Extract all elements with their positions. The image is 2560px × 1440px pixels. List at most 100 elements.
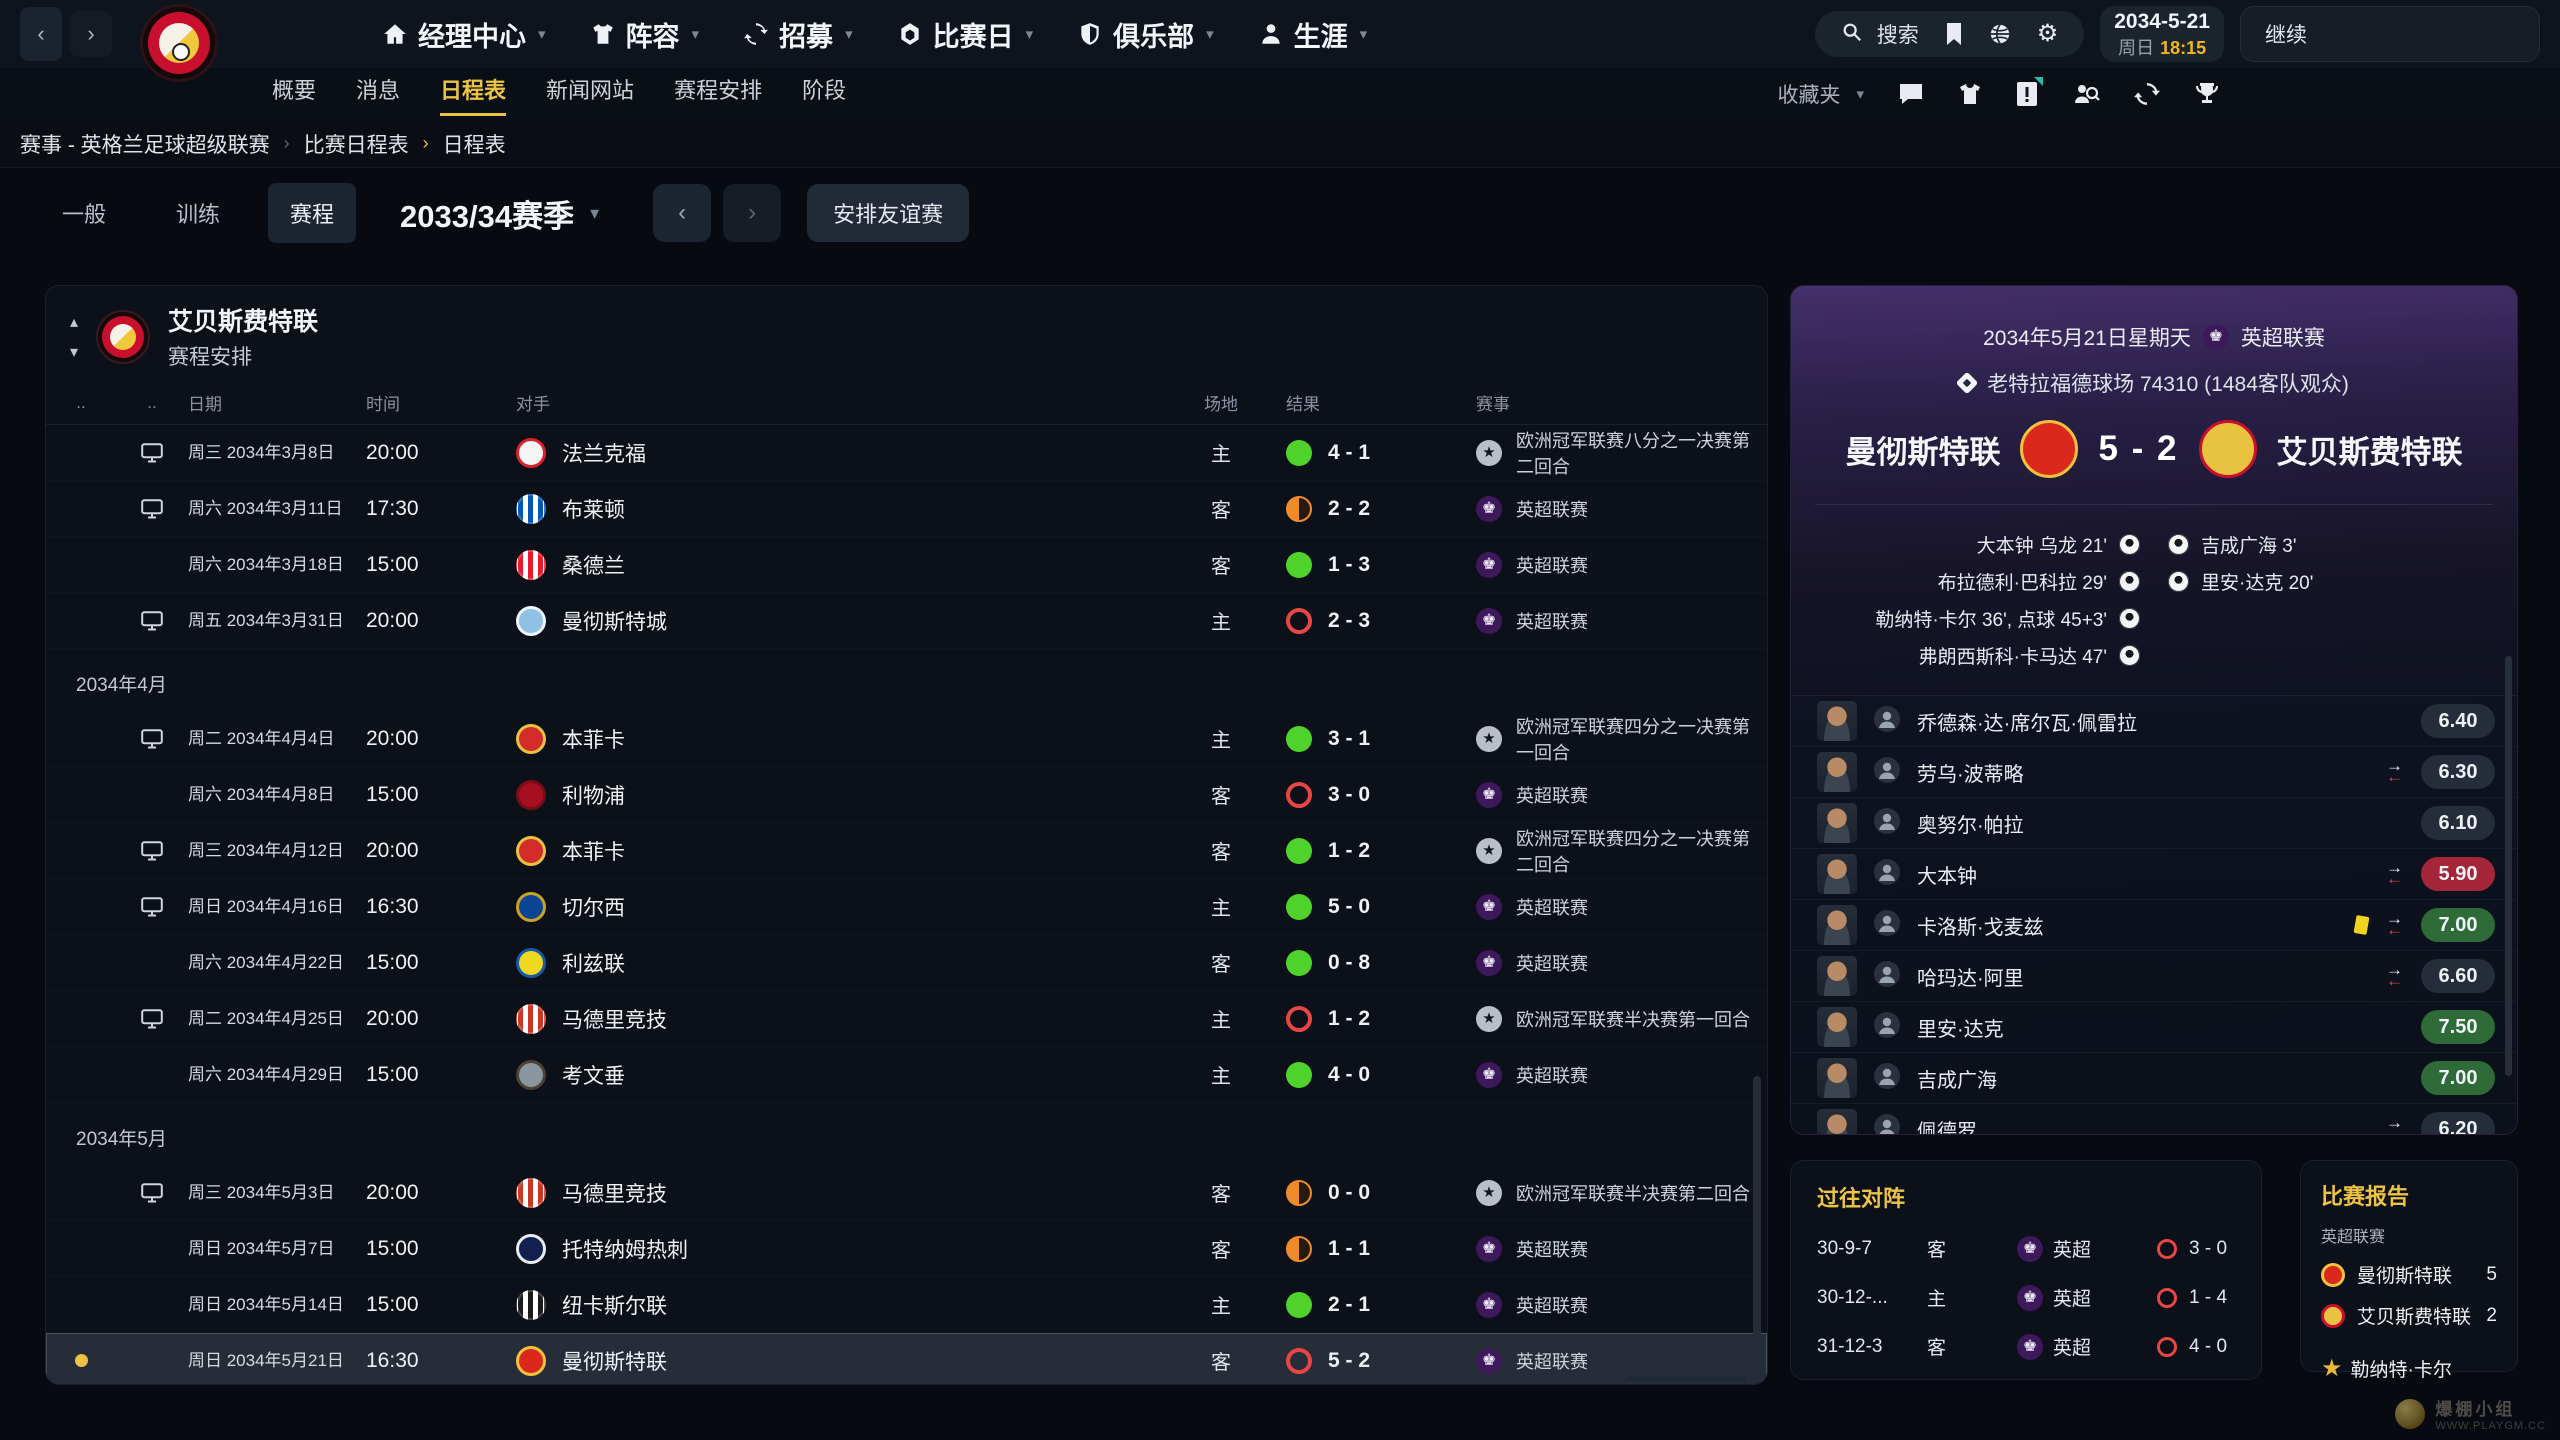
prev-season-button[interactable]: ‹ <box>653 184 711 242</box>
past-meeting-row[interactable]: 30-12-... 主 ♚英超 1 - 4 <box>1817 1284 2235 1311</box>
fixture-row[interactable]: 周三 2034年5月3日 20:00 马德里竞技 客 0 - 0 ★欧洲冠军联赛… <box>46 1165 1767 1221</box>
season-dropdown[interactable]: 2033/34赛季▾ <box>400 191 599 236</box>
past-meeting-row[interactable]: 31-12-3 客 ♚英超 4 - 0 <box>1817 1333 2235 1360</box>
fixture-row[interactable]: 周六 2034年4月8日 15:00 利物浦 客 3 - 0 ♚英超联赛 <box>46 767 1767 823</box>
nav-recruitment[interactable]: 招募▾ <box>743 15 853 54</box>
fixture-row[interactable]: 周三 2034年3月8日 20:00 法兰克福 主 4 - 1 ★欧洲冠军联赛八… <box>46 425 1767 481</box>
fixture-score: 1 - 1 <box>1328 1237 1370 1261</box>
opponent-name[interactable]: 马德里竞技 <box>562 1178 667 1208</box>
opponent-name[interactable]: 利兹联 <box>562 948 625 978</box>
player-rating-row[interactable]: 劳乌·波蒂略 →← 6.30 <box>1791 747 2517 798</box>
past-meetings-panel: 过往对阵 30-9-7 客 ♚英超 3 - 0 30-12-... 主 ♚英超 … <box>1790 1160 2262 1380</box>
player-rating-row[interactable]: 吉成广海 →← 7.00 <box>1791 1053 2517 1104</box>
filter-tab-training[interactable]: 训练 <box>154 183 242 243</box>
arrange-friendly-button[interactable]: 安排友谊赛 <box>807 184 969 242</box>
schedule-scrollbar[interactable] <box>1753 1076 1761 1376</box>
fixture-row[interactable]: 周六 2034年4月29日 15:00 考文垂 主 4 - 0 ♚英超联赛 <box>46 1047 1767 1103</box>
tab-news-site[interactable]: 新闻网站 <box>546 73 634 116</box>
opponent-name[interactable]: 曼彻斯特城 <box>562 606 667 636</box>
player-rating-row[interactable]: 卡洛斯·戈麦兹 →← 7.00 <box>1791 900 2517 951</box>
player-rating-row[interactable]: 大本钟 →← 5.90 <box>1791 849 2517 900</box>
breadcrumb-schedule[interactable]: 日程表 <box>443 129 506 159</box>
player-rating-row[interactable]: 里安·达克 →← 7.50 <box>1791 1002 2517 1053</box>
scout-icon[interactable] <box>2072 81 2100 107</box>
opponent-name[interactable]: 曼彻斯特联 <box>562 1346 667 1376</box>
fixture-row[interactable]: 周日 2034年5月7日 15:00 托特纳姆热刺 客 1 - 1 ♚英超联赛 <box>46 1221 1767 1277</box>
tab-schedule[interactable]: 日程表 <box>440 73 506 116</box>
ratings-scrollbar[interactable] <box>2505 656 2512 1076</box>
back-button[interactable]: ‹ <box>20 7 62 61</box>
competition-name: 英超联赛 <box>1516 894 1588 920</box>
breadcrumb-competition[interactable]: 赛事 - 英格兰足球超级联赛 <box>20 129 270 159</box>
player-rating-row[interactable]: 奥努尔·帕拉 →← 6.10 <box>1791 798 2517 849</box>
competition-icon: ♚ <box>1476 496 1502 522</box>
favorites-dropdown[interactable]: 收藏夹▾ <box>1777 79 1864 109</box>
fixture-row[interactable]: 周六 2034年4月22日 15:00 利兹联 客 0 - 8 ♚英超联赛 <box>46 935 1767 991</box>
fixture-venue: 客 <box>1156 550 1286 579</box>
gear-icon[interactable]: ⚙ <box>2037 22 2059 46</box>
nav-career[interactable]: 生涯▾ <box>1258 15 1368 54</box>
schedule-hscrollbar[interactable] <box>1627 1376 1747 1382</box>
premier-league-icon: ♚ <box>2017 1285 2043 1311</box>
opponent-name[interactable]: 本菲卡 <box>562 724 625 754</box>
fixture-row[interactable]: 周三 2034年4月12日 20:00 本菲卡 客 1 - 2 ★欧洲冠军联赛四… <box>46 823 1767 879</box>
filter-tab-schedule[interactable]: 赛程 <box>268 183 356 243</box>
report-home-team[interactable]: 曼彻斯特联 <box>2357 1261 2452 1288</box>
tab-messages[interactable]: 消息 <box>356 73 400 116</box>
fixture-row[interactable]: 周日 2034年4月16日 16:30 切尔西 主 5 - 0 ♚英超联赛 <box>46 879 1767 935</box>
home-team-name[interactable]: 曼彻斯特联 <box>1845 427 2000 472</box>
fixture-row[interactable]: 周五 2034年3月31日 20:00 曼彻斯特城 主 2 - 3 ♚英超联赛 <box>46 593 1767 649</box>
tab-overview[interactable]: 概要 <box>272 73 316 116</box>
player-rating-row[interactable]: 佩德罗 →← 6.20 <box>1791 1104 2517 1135</box>
report-alert-icon[interactable] <box>2016 81 2038 107</box>
forward-button[interactable]: › <box>70 11 112 57</box>
sync-icon[interactable] <box>2134 81 2160 107</box>
next-season-button[interactable]: › <box>723 184 781 242</box>
club-crest-logo[interactable] <box>140 4 218 82</box>
tab-fixture-plan[interactable]: 赛程安排 <box>674 73 762 116</box>
player-rating-row[interactable]: 哈玛达·阿里 →← 6.60 <box>1791 951 2517 1002</box>
fixture-row[interactable]: 周六 2034年3月18日 15:00 桑德兰 客 1 - 3 ♚英超联赛 <box>46 537 1767 593</box>
nav-club[interactable]: 俱乐部▾ <box>1077 15 1214 54</box>
opponent-name[interactable]: 托特纳姆热刺 <box>562 1234 688 1264</box>
nav-manager-home[interactable]: 经理中心▾ <box>382 15 546 54</box>
opponent-name[interactable]: 考文垂 <box>562 1060 625 1090</box>
nav-squad[interactable]: 阵容▾ <box>590 15 700 54</box>
globe-icon[interactable] <box>1989 23 2011 45</box>
continue-button[interactable]: 继续 <box>2240 6 2540 62</box>
yellow-card-icon <box>2354 915 2370 935</box>
opponent-name[interactable]: 本菲卡 <box>562 836 625 866</box>
player-rating-row[interactable]: 乔德森·达·席尔瓦·佩雷拉 →← 6.40 <box>1791 696 2517 747</box>
past-meeting-row[interactable]: 30-9-7 客 ♚英超 3 - 0 <box>1817 1235 2235 1262</box>
kit-icon[interactable] <box>1958 82 1982 106</box>
fixture-row[interactable]: 周日 2034年5月21日 16:30 曼彻斯特联 客 5 - 2 ♚英超联赛 <box>46 1333 1767 1385</box>
opponent-name[interactable]: 马德里竞技 <box>562 1004 667 1034</box>
opponent-name[interactable]: 桑德兰 <box>562 550 625 580</box>
away-team-name[interactable]: 艾贝斯费特联 <box>2277 427 2463 472</box>
opponent-badge <box>516 550 546 580</box>
team-cycle-buttons[interactable]: ▴▾ <box>70 312 78 362</box>
report-away-team[interactable]: 艾贝斯费特联 <box>2357 1302 2471 1329</box>
search-bar[interactable]: 搜索 ⚙ <box>1815 11 2085 57</box>
fixture-row[interactable]: 周二 2034年4月4日 20:00 本菲卡 主 3 - 1 ★欧洲冠军联赛四分… <box>46 711 1767 767</box>
competition-name: 英超联赛 <box>1516 552 1588 578</box>
opponent-name[interactable]: 布莱顿 <box>562 494 625 524</box>
opponent-name[interactable]: 纽卡斯尔联 <box>562 1290 667 1320</box>
fixture-row[interactable]: 周二 2034年4月25日 20:00 马德里竞技 主 1 - 2 ★欧洲冠军联… <box>46 991 1767 1047</box>
player-name: 奥努尔·帕拉 <box>1917 809 2355 838</box>
opponent-name[interactable]: 利物浦 <box>562 780 625 810</box>
chat-icon[interactable] <box>1898 82 1924 106</box>
tab-stages[interactable]: 阶段 <box>802 73 846 116</box>
player-avatar <box>1817 905 1857 945</box>
filter-tab-general[interactable]: 一般 <box>40 183 128 243</box>
bookmark-icon[interactable] <box>1945 23 1963 45</box>
trophy-icon[interactable] <box>2194 81 2220 107</box>
match-report-title[interactable]: 比赛报告 <box>2321 1179 2497 1211</box>
fixture-row[interactable]: 周日 2034年5月14日 15:00 纽卡斯尔联 主 2 - 1 ♚英超联赛 <box>46 1277 1767 1333</box>
opponent-name[interactable]: 切尔西 <box>562 892 625 922</box>
opponent-name[interactable]: 法兰克福 <box>562 438 646 468</box>
breadcrumb-fixtures[interactable]: 比赛日程表 <box>304 129 409 159</box>
fixture-row[interactable]: 周六 2034年3月11日 17:30 布莱顿 客 2 - 2 ♚英超联赛 <box>46 481 1767 537</box>
man-of-the-match[interactable]: 勒纳特·卡尔 <box>2351 1355 2452 1382</box>
nav-matchday[interactable]: 比赛日▾ <box>897 15 1034 54</box>
